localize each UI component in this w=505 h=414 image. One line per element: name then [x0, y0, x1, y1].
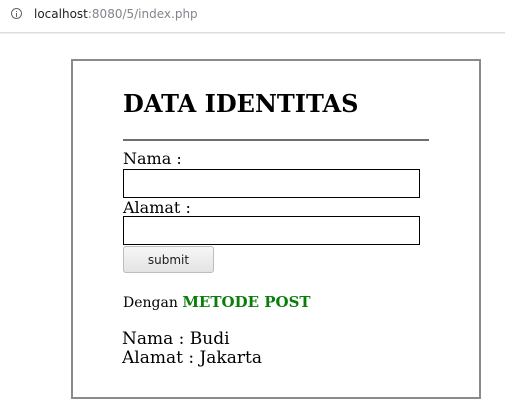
url-host: localhost — [34, 7, 88, 21]
address-bar[interactable]: localhost:8080/5/index.php — [0, 0, 505, 33]
form-card: DATA IDENTITAS Nama : Alamat : submit De… — [71, 59, 481, 399]
url-text[interactable]: localhost:8080/5/index.php — [34, 7, 198, 21]
result-alamat: Alamat : Jakarta — [122, 348, 262, 368]
alamat-label: Alamat : — [123, 198, 191, 217]
result-nama: Nama : Budi — [122, 329, 230, 349]
title-divider — [123, 139, 429, 141]
nama-input[interactable] — [123, 169, 420, 198]
url-path: :8080/5/index.php — [87, 7, 198, 21]
nama-label: Nama : — [123, 149, 182, 168]
method-prefix: Dengan — [123, 295, 178, 311]
method-name: METODE POST — [182, 293, 311, 311]
method-info: Dengan METODE POST — [123, 293, 311, 311]
alamat-input[interactable] — [123, 216, 420, 245]
info-icon[interactable] — [11, 8, 22, 19]
submit-button[interactable]: submit — [123, 246, 214, 273]
page-title: DATA IDENTITAS — [123, 89, 359, 118]
